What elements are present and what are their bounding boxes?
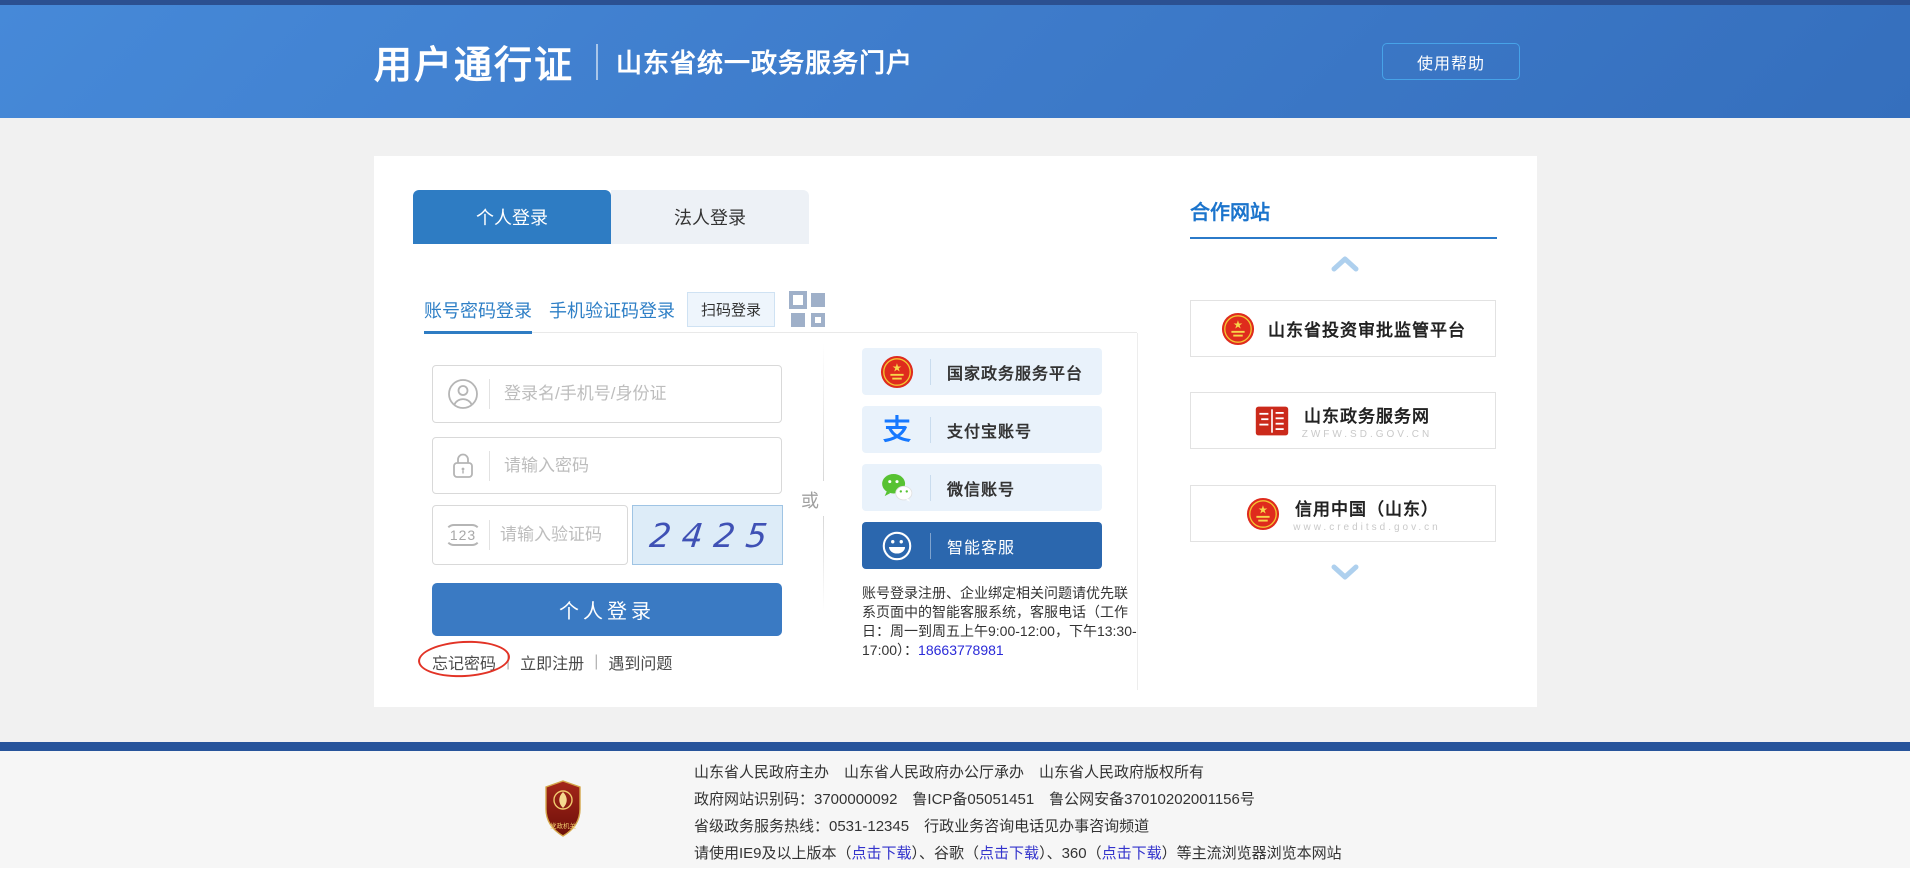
username-field (432, 365, 782, 423)
method-scan-qr[interactable]: 扫码登录 (687, 292, 775, 327)
button-divider (930, 475, 931, 501)
account-links-row: 忘记密码 | 立即注册 | 遇到问题 (432, 650, 672, 674)
username-input[interactable] (504, 384, 781, 404)
button-divider (930, 533, 931, 559)
user-icon (445, 378, 481, 410)
customer-service-icon (880, 529, 914, 563)
svg-text:★: ★ (892, 362, 902, 374)
svg-text:★: ★ (1258, 504, 1268, 516)
lock-icon (445, 450, 481, 482)
or-divider-line (823, 343, 824, 481)
service-phone-link[interactable]: 18663778981 (918, 642, 1004, 658)
qr-code-icon[interactable] (788, 288, 828, 332)
field-divider (489, 451, 490, 481)
tab-corporate-login[interactable]: 法人登录 (611, 190, 809, 244)
numbers-123-icon: 123 (445, 524, 481, 546)
button-divider (930, 417, 931, 443)
forgot-password-link[interactable]: 忘记密码 (432, 656, 496, 673)
login-type-tabs: 个人登录 法人登录 (413, 190, 809, 244)
national-emblem-icon: ★ (1220, 311, 1256, 347)
password-input[interactable] (504, 456, 781, 476)
forgot-password-wrap: 忘记密码 (432, 650, 496, 674)
carousel-up-button[interactable] (1329, 254, 1361, 274)
page: 用户通行证 山东省统一政务服务门户 使用帮助 个人登录 法人登录 账号密码登录 … (0, 0, 1910, 891)
portal-subtitle: 山东省统一政务服务门户 (616, 43, 913, 80)
field-divider (489, 379, 490, 409)
or-divider-line (823, 516, 824, 612)
footer-text: 山东省人民政府主办 山东省人民政府办公厅承办 山东省人民政府版权所有 政府网站识… (694, 759, 1342, 867)
partner-card-url: www.creditsd.gov.cn (1293, 522, 1440, 533)
partner-card-gov-service-site[interactable]: 山东政务服务网 ZWFW.SD.GOV.CN (1190, 392, 1496, 449)
captcha-field: 123 (432, 505, 628, 565)
chevron-down-icon (1330, 564, 1360, 580)
footer-line1: 山东省人民政府主办 山东省人民政府办公厅承办 山东省人民政府版权所有 (694, 759, 1342, 786)
alipay-icon: 支 (880, 413, 914, 447)
partner-card-credit-china[interactable]: ★ 信用中国（山东） www.creditsd.gov.cn (1190, 485, 1496, 542)
method-sms-code[interactable]: 手机验证码登录 (549, 287, 675, 332)
partners-title: 合作网站 (1190, 196, 1270, 225)
national-emblem-icon: ★ (1245, 496, 1281, 532)
alt-login-smart-customer-service[interactable]: 智能客服 (862, 522, 1102, 569)
header: 用户通行证 山东省统一政务服务门户 使用帮助 (0, 5, 1910, 118)
brand-divider (596, 44, 598, 80)
link-separator: | (506, 653, 510, 671)
alt-login-wechat[interactable]: 微信账号 (862, 464, 1102, 511)
trouble-link[interactable]: 遇到问题 (608, 650, 672, 674)
page-title: 用户通行证 (374, 34, 574, 89)
captcha-image[interactable]: 2425 (632, 505, 783, 565)
captcha-value: 2425 (635, 516, 780, 555)
partner-card-url: ZWFW.SD.GOV.CN (1302, 429, 1433, 440)
footer-accent-bar (0, 742, 1910, 751)
login-card: 个人登录 法人登录 账号密码登录 手机验证码登录 扫码登录 (374, 156, 1537, 707)
svg-text:★: ★ (1233, 319, 1243, 331)
chevron-up-icon (1330, 256, 1360, 272)
red-seal-icon (1254, 403, 1290, 439)
register-link[interactable]: 立即注册 (520, 650, 584, 674)
personal-login-button[interactable]: 个人登录 (432, 583, 782, 636)
svg-text:党政机关: 党政机关 (550, 821, 577, 830)
method-account-password[interactable]: 账号密码登录 (424, 287, 532, 332)
brand: 用户通行证 山东省统一政务服务门户 (374, 5, 913, 118)
captcha-input[interactable] (500, 525, 627, 545)
download-link-ie[interactable]: 点击下载 (852, 845, 912, 862)
link-separator: | (594, 653, 598, 671)
wechat-icon (880, 471, 914, 505)
carousel-down-button[interactable] (1329, 562, 1361, 582)
button-divider (930, 359, 931, 385)
gov-agency-badge-icon: 党政机关 (543, 780, 583, 837)
alt-login-alipay[interactable]: 支 支付宝账号 (862, 406, 1102, 453)
national-emblem-icon: ★ (880, 355, 914, 389)
download-link-chrome[interactable]: 点击下载 (979, 845, 1039, 862)
service-note: 账号登录注册、企业绑定相关问题请优先联系页面中的智能客服系统，客服电话（工作日：… (862, 584, 1138, 660)
help-button[interactable]: 使用帮助 (1382, 43, 1520, 80)
or-label: 或 (795, 487, 825, 513)
footer: 党政机关 山东省人民政府主办 山东省人民政府办公厅承办 山东省人民政府版权所有 … (0, 751, 1910, 868)
partners-underline (1190, 237, 1497, 239)
download-link-360[interactable]: 点击下载 (1102, 845, 1162, 862)
footer-line4: 请使用IE9及以上版本（点击下载）、谷歌（点击下载）、360（点击下载）等主流浏… (694, 840, 1342, 867)
footer-bottom-strip (0, 868, 1910, 891)
partner-card-investment-platform[interactable]: ★ 山东省投资审批监管平台 (1190, 300, 1496, 357)
field-divider (489, 520, 490, 550)
footer-line2: 政府网站识别码：3700000092 鲁ICP备05051451 鲁公网安备37… (694, 786, 1342, 813)
footer-line3: 省级政务服务热线：0531-12345 行政业务咨询电话见办事咨询频道 (694, 813, 1342, 840)
password-field (432, 437, 782, 494)
login-method-row: 账号密码登录 手机验证码登录 扫码登录 (424, 287, 1137, 333)
tab-personal-login[interactable]: 个人登录 (413, 190, 611, 244)
alt-login-national-platform[interactable]: ★ 国家政务服务平台 (862, 348, 1102, 395)
